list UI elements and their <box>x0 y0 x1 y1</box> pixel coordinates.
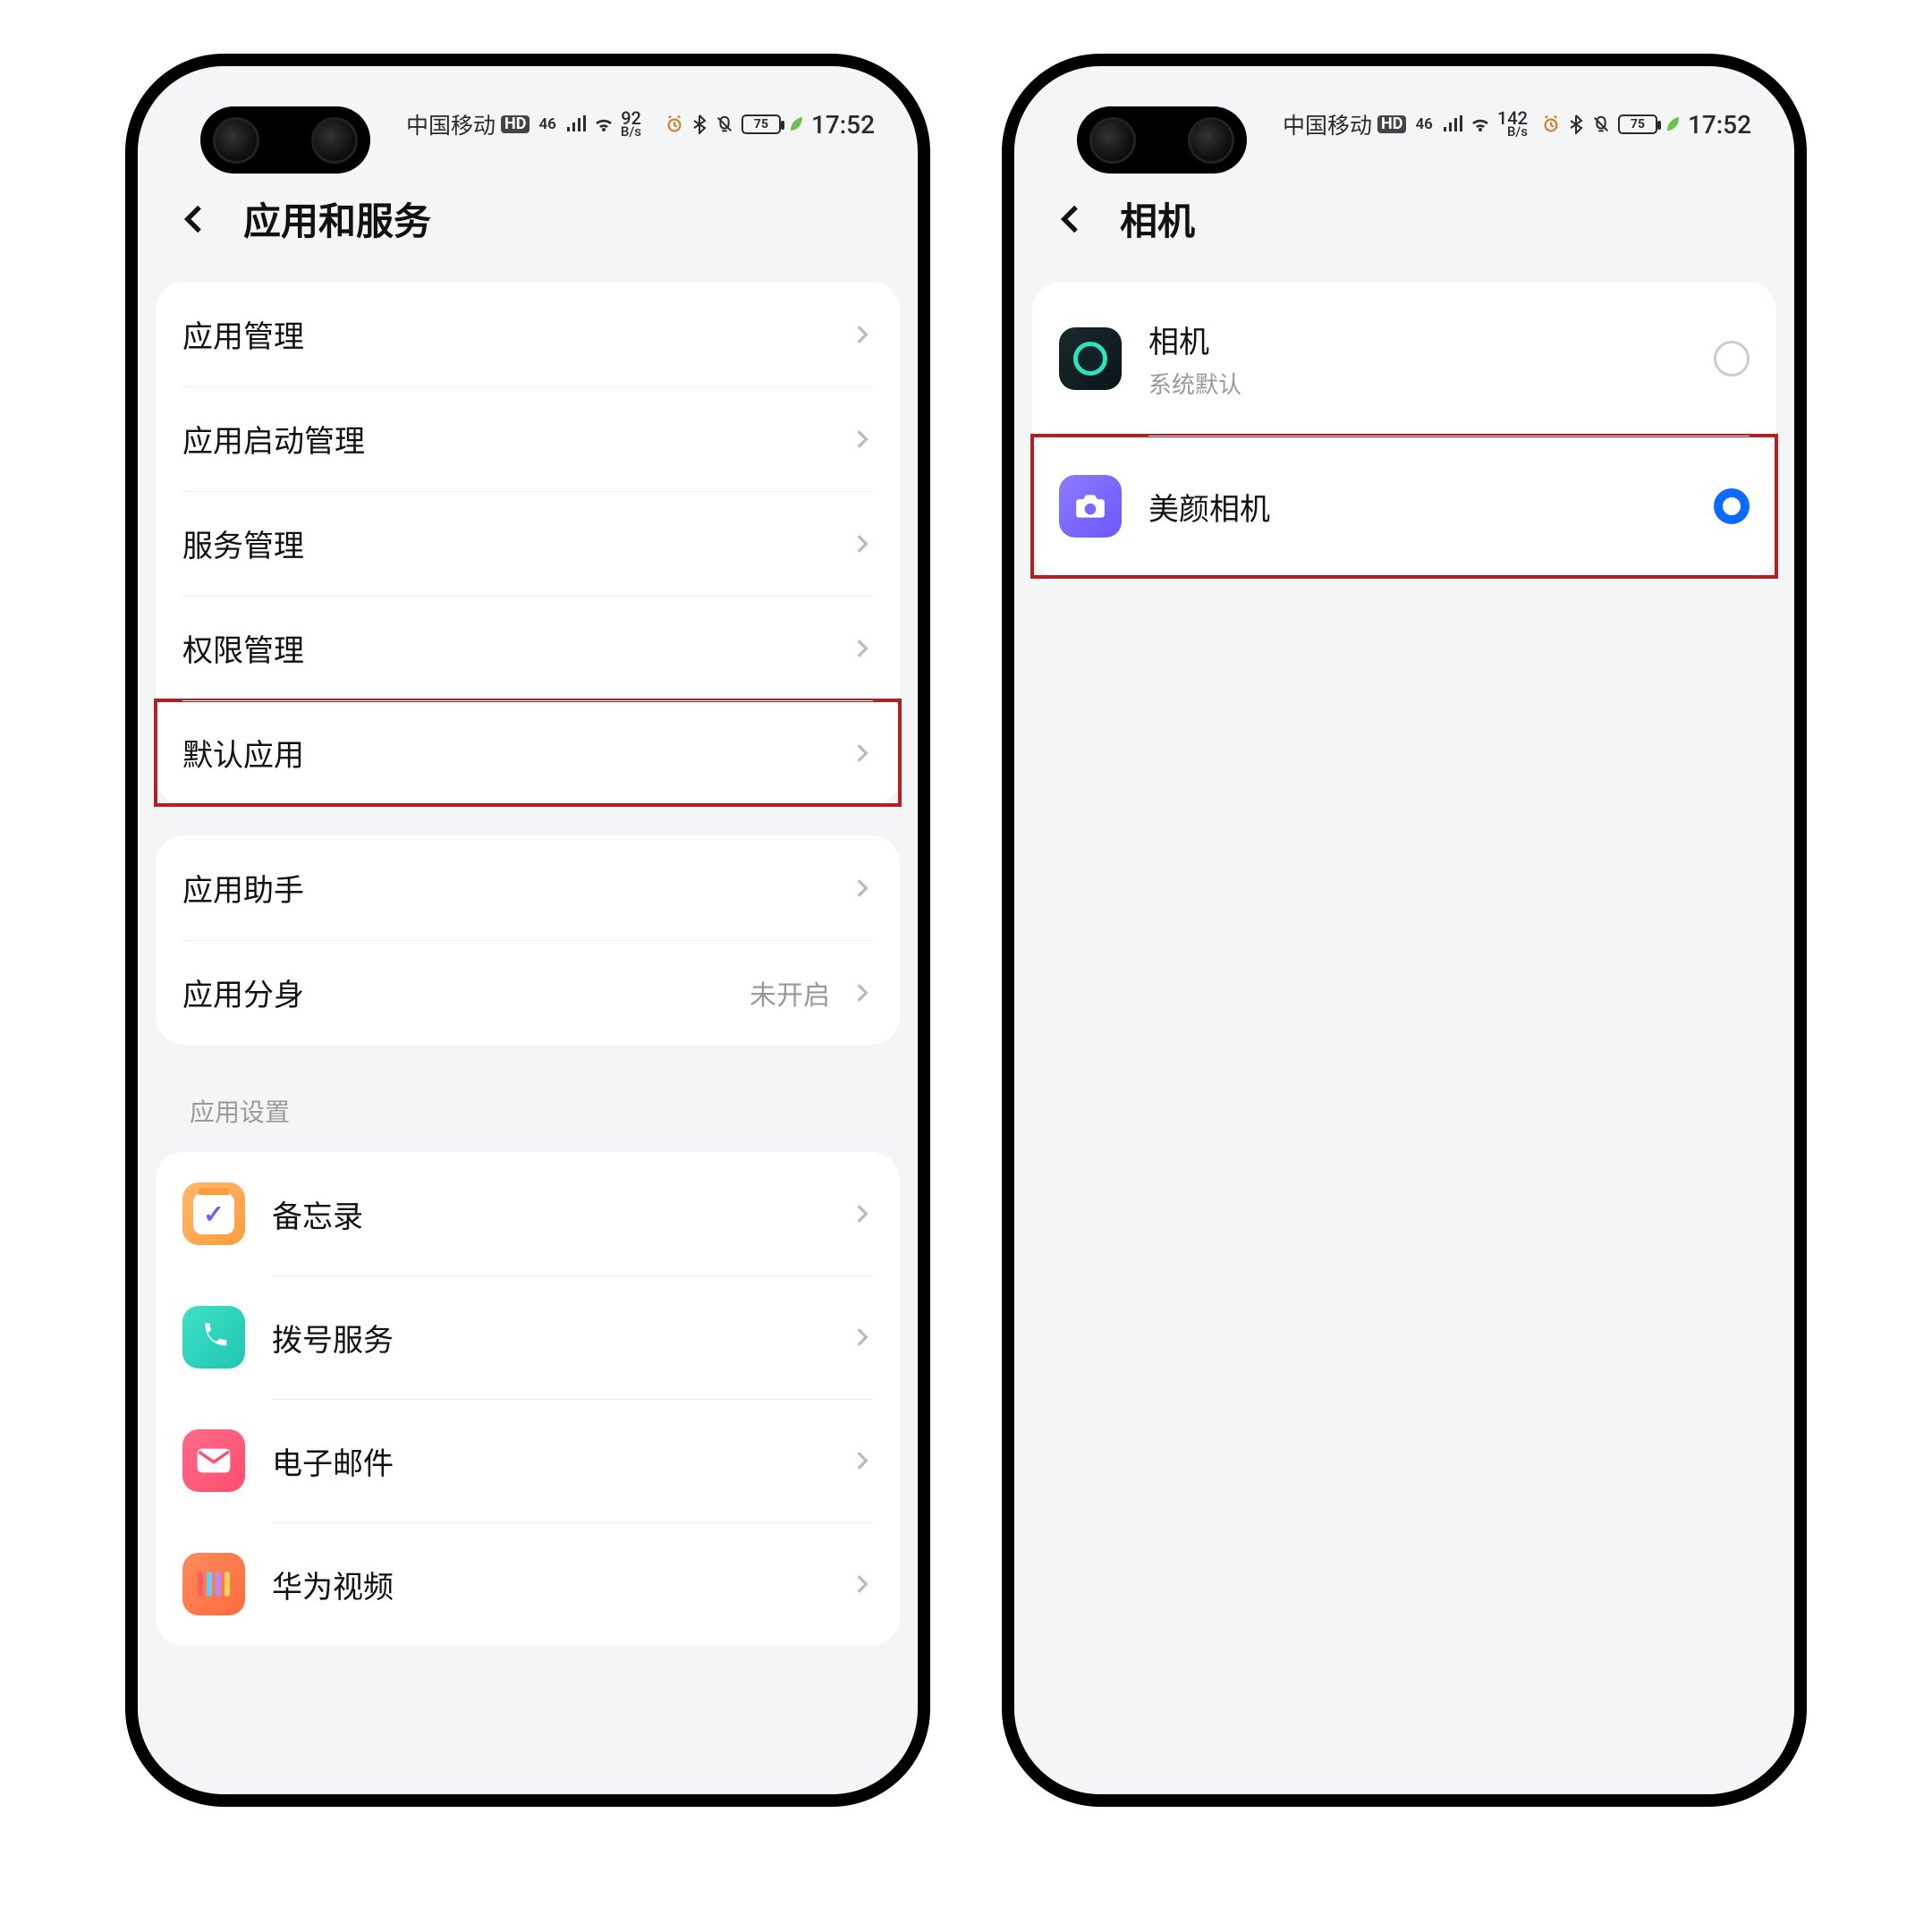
header: 相机 <box>1014 165 1794 282</box>
label: 美颜相机 <box>1148 485 1270 529</box>
settings-group-2: 应用助手 应用分身 未开启 <box>156 835 900 1045</box>
video-icon <box>182 1553 245 1615</box>
leaf-icon <box>788 115 804 133</box>
chevron-right-icon <box>850 1572 873 1596</box>
chevron-right-icon <box>850 637 873 660</box>
label: 应用管理 <box>182 312 304 356</box>
chevron-right-icon <box>850 323 873 346</box>
mute-icon <box>715 114 734 134</box>
label: 应用助手 <box>182 866 304 910</box>
wifi-icon <box>592 115 615 133</box>
back-button[interactable] <box>174 198 216 241</box>
net-speed: 142B/s <box>1497 110 1528 139</box>
row-notes-app[interactable]: ✓ 备忘录 <box>156 1152 900 1275</box>
phone-icon <box>182 1306 245 1368</box>
label: 电子邮件 <box>272 1439 394 1483</box>
label: 默认应用 <box>182 731 304 775</box>
chevron-right-icon <box>850 741 873 765</box>
chevron-right-icon <box>850 877 873 900</box>
row-video-app[interactable]: 华为视频 <box>156 1522 900 1646</box>
row-app-assistant[interactable]: 应用助手 <box>156 835 900 940</box>
option-beauty-camera[interactable]: 美颜相机 <box>1032 436 1776 577</box>
label: 权限管理 <box>182 626 304 670</box>
mail-icon <box>182 1429 245 1492</box>
chevron-right-icon <box>850 1449 873 1472</box>
header: 应用和服务 <box>138 165 918 282</box>
hd-badge: HD <box>1377 115 1406 133</box>
radio-checked[interactable] <box>1714 488 1750 524</box>
camera-cutout <box>1077 106 1247 174</box>
chevron-right-icon <box>850 428 873 451</box>
label: 服务管理 <box>182 521 304 565</box>
clock-label: 17:52 <box>811 110 875 140</box>
section-label: 应用设置 <box>156 1075 900 1152</box>
bluetooth-icon <box>691 114 708 134</box>
side-button <box>928 567 930 791</box>
notes-icon: ✓ <box>182 1182 245 1245</box>
battery-icon: 75 <box>741 114 781 134</box>
alarm-icon <box>665 114 684 134</box>
phone-left: 中国移动 HD 46 92B/s <box>125 54 930 1807</box>
mute-icon <box>1591 114 1611 134</box>
app-settings-group: ✓ 备忘录 拨号服务 电子邮件 <box>156 1152 900 1646</box>
side-button <box>1805 388 1807 531</box>
battery-icon: 75 <box>1618 114 1657 134</box>
sublabel: 系统默认 <box>1148 367 1241 400</box>
value: 未开启 <box>750 973 830 1013</box>
back-button[interactable] <box>1050 198 1093 241</box>
row-service-manage[interactable]: 服务管理 <box>156 491 900 596</box>
carrier-label: 中国移动 <box>406 108 496 140</box>
hd-badge: HD <box>501 115 530 133</box>
chevron-right-icon <box>850 532 873 555</box>
network-badge: 46 <box>535 116 559 133</box>
signal-icon <box>565 115 587 133</box>
option-system-camera[interactable]: 相机 系统默认 <box>1032 282 1776 436</box>
chevron-right-icon <box>850 981 873 1004</box>
settings-group-1: 应用管理 应用启动管理 服务管理 权限管理 <box>156 282 900 805</box>
beauty-camera-icon <box>1059 475 1122 538</box>
side-button <box>1805 567 1807 791</box>
row-dialer-app[interactable]: 拨号服务 <box>156 1275 900 1399</box>
phone-right: 中国移动 HD 46 142B/s <box>1002 54 1807 1807</box>
network-badge: 46 <box>1411 116 1436 133</box>
side-button <box>928 388 930 531</box>
clock-label: 17:52 <box>1688 110 1751 140</box>
label: 应用分身 <box>182 970 304 1014</box>
leaf-icon <box>1665 115 1681 133</box>
carrier-label: 中国移动 <box>1283 108 1372 140</box>
camera-choices: 相机 系统默认 美颜相机 <box>1032 282 1776 577</box>
row-email-app[interactable]: 电子邮件 <box>156 1399 900 1522</box>
net-speed: 92B/s <box>621 110 641 139</box>
row-launch-manage[interactable]: 应用启动管理 <box>156 386 900 491</box>
label: 华为视频 <box>272 1563 394 1606</box>
camera-cutout <box>200 106 370 174</box>
bluetooth-icon <box>1568 114 1584 134</box>
row-default-apps[interactable]: 默认应用 <box>156 700 900 805</box>
chevron-right-icon <box>850 1202 873 1225</box>
page-title: 应用和服务 <box>243 191 431 246</box>
page-title: 相机 <box>1120 191 1195 246</box>
label: 备忘录 <box>272 1192 363 1236</box>
row-twin-apps[interactable]: 应用分身 未开启 <box>156 940 900 1045</box>
alarm-icon <box>1541 114 1561 134</box>
chevron-right-icon <box>850 1326 873 1349</box>
signal-icon <box>1442 115 1463 133</box>
label: 相机 <box>1148 318 1241 361</box>
camera-icon <box>1059 327 1122 390</box>
wifi-icon <box>1469 115 1492 133</box>
label: 应用启动管理 <box>182 417 365 461</box>
row-app-manage[interactable]: 应用管理 <box>156 282 900 386</box>
row-permission-manage[interactable]: 权限管理 <box>156 596 900 700</box>
radio-unchecked[interactable] <box>1714 341 1750 377</box>
label: 拨号服务 <box>272 1316 394 1360</box>
